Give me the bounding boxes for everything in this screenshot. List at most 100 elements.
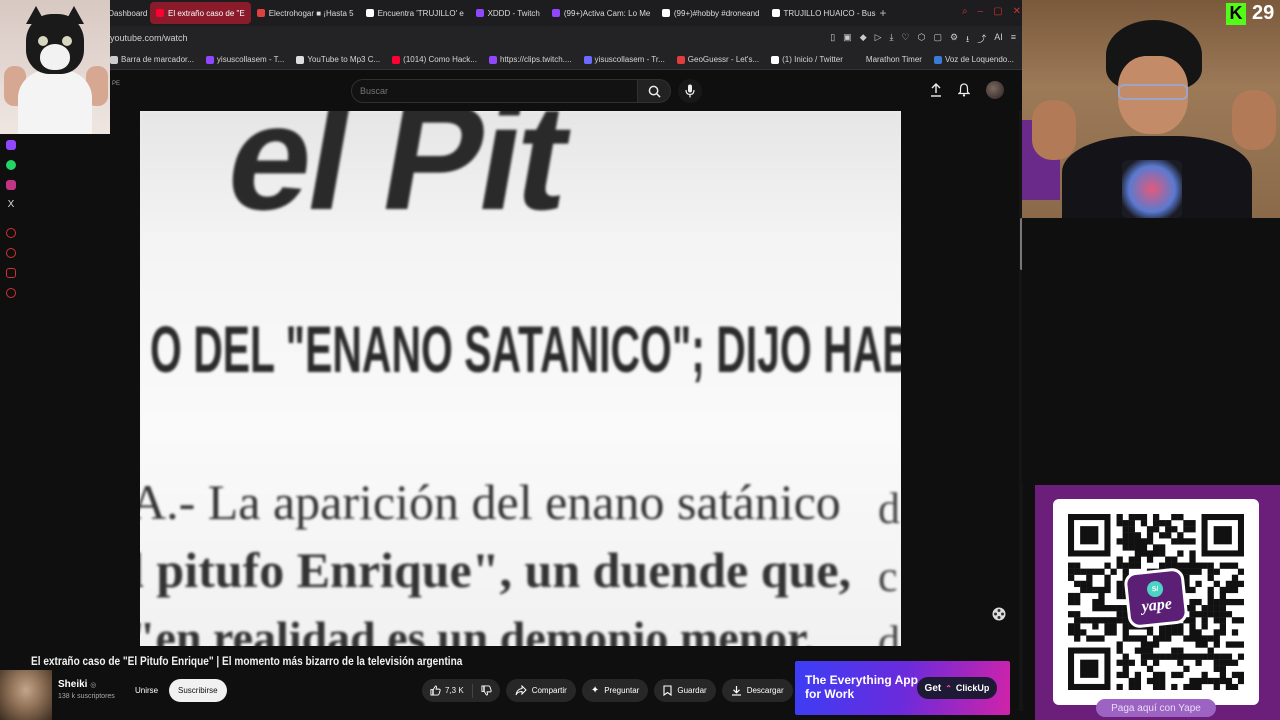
join-button[interactable]: Unirse [124,679,169,702]
wallet-icon[interactable]: ▢ [933,32,942,48]
instagram-icon[interactable] [6,180,16,190]
bookmark-favicon-icon [205,55,214,64]
browser-tab[interactable]: El extraño caso de "E [150,2,251,24]
browser-tab[interactable]: XDDD - Twitch [470,2,546,24]
qr-module [1074,568,1081,575]
bookmark-icon[interactable]: ▯ [830,32,835,48]
bookmark-item[interactable]: yisuscollasem - Tr... [583,55,665,64]
bookmark-item[interactable]: Barra de marcador... [110,55,194,64]
qr-module [1128,635,1135,642]
screenshot-icon[interactable]: ▣ [843,32,852,48]
qr-module [1134,677,1142,685]
search-tabs-icon[interactable]: ⌕ [962,6,968,17]
qr-module [1207,562,1214,569]
bookmark-item[interactable]: Voz de Loquendo... [933,55,1014,64]
puzzle-icon[interactable] [6,268,16,278]
browser-tab[interactable]: Electrohogar ■ ¡Hasta 5 [251,2,360,24]
video-frame-body-line: l pitufo Enrique", un duende que, [140,542,852,598]
browser-tab[interactable]: TRUJILLO HUAICO - Bus [766,2,876,24]
qr-module [1189,623,1196,630]
qr-module [1231,617,1239,624]
share-icon[interactable]: ⤴ [977,32,986,48]
clock-icon[interactable] [6,248,16,258]
search-button[interactable] [637,79,671,103]
download-arrow-icon [731,686,741,696]
search-input[interactable] [352,80,637,102]
channel-name[interactable]: Sheiki ◎ [58,679,96,690]
qr-module [1104,586,1111,594]
menu-icon[interactable]: ≡ [1011,32,1016,48]
bookmark-item[interactable]: (1) Inicio / Twitter [771,55,843,64]
close-window-icon[interactable]: ✕ [1013,6,1021,17]
browser-tab[interactable]: (99+)Activa Cam: Lo Me [546,2,656,24]
qr-module [1171,671,1178,679]
minimize-icon[interactable]: – [978,6,984,17]
film-reel-icon[interactable] [990,605,1008,623]
browser-tab[interactable]: Encuentra 'TRUJILLO' e [360,2,470,24]
video-frame-side-letter: c [878,552,898,601]
bookmark-item[interactable]: https://clips.twitch.... [488,55,572,64]
tab-favicon-icon [256,9,265,17]
bookmark-item[interactable]: GeoGuessr - Let's... [676,55,759,64]
new-tab-icon[interactable]: + [880,6,887,20]
bookmark-item[interactable]: (1014) Como Hack... [392,55,477,64]
channel-avatar[interactable] [0,670,52,720]
qr-module [1159,677,1166,685]
qr-module [1237,671,1244,679]
qr-module [1104,623,1111,630]
qr-module [1183,538,1190,545]
tab-favicon-icon [551,9,560,17]
ai-icon[interactable]: AI [994,32,1003,48]
video-player[interactable]: el Pit O DEL "ENANO SATANICO"; DIJO HABE… [140,111,901,646]
subscribe-button[interactable]: Suscribirse [169,679,227,702]
like-count: 7,3 K [445,686,464,695]
qr-module [1086,635,1093,642]
qr-module [1219,629,1226,636]
like-button[interactable]: 7,3 K [422,683,473,698]
qr-module [1116,671,1123,679]
download-icon[interactable]: ⤓ [890,32,894,48]
ask-button[interactable]: ✦ Preguntar [581,679,649,702]
dislike-button[interactable] [473,685,500,696]
downloads-icon[interactable]: ⭳ [966,32,969,48]
qr-module [1201,671,1208,679]
bookmark-item[interactable]: YouTube to Mp3 C... [296,55,380,64]
tab-label: TRUJILLO HUAICO - Bus [783,8,876,18]
heart-icon[interactable]: ♡ [902,32,910,48]
upload-icon[interactable] [930,83,942,97]
channel-name-text[interactable]: Sheiki [58,679,87,690]
qr-module [1207,647,1214,654]
url-text[interactable]: youtube.com/watch [110,33,188,43]
settings-icon[interactable] [6,288,16,298]
user-avatar[interactable] [986,81,1004,99]
browser-tab[interactable]: (99+)#hobby #droneand [656,2,766,24]
extensions-icon[interactable]: ⬡ [918,32,926,48]
shield-icon[interactable]: ◆ [860,32,867,48]
save-button[interactable]: Guardar [654,679,716,702]
qr-module [1189,677,1196,685]
qr-module [1104,574,1111,581]
maximize-icon[interactable]: ▢ [993,6,1002,17]
share-button[interactable]: Compartir [505,679,576,702]
twitch-icon[interactable] [6,140,16,150]
whatsapp-icon[interactable] [6,160,16,170]
clickup-ad[interactable]: The Everything App for Work Get ⌃ ClickU… [795,661,1010,715]
ad-get-button[interactable]: Get ⌃ ClickUp [917,677,997,699]
qr-module [1201,605,1208,612]
qr-module [1074,629,1081,636]
play-icon[interactable]: ▷ [875,32,882,48]
notifications-bell-icon[interactable] [958,83,970,97]
voice-search-button[interactable] [678,79,702,103]
address-bar[interactable]: youtube.com/watch ▯ ▣ ◆ ▷ ⤓ ♡ ⬡ ▢ ⚙ ⭳ ⤴ … [0,26,1022,50]
bookmark-item[interactable]: Marathon Timer [854,55,922,64]
qr-module [1110,617,1117,624]
bookmark-item[interactable]: yisuscollasem - T... [205,55,284,64]
search-box[interactable] [351,79,638,103]
x-icon[interactable]: X [6,200,16,210]
qr-module [1134,562,1142,569]
history-icon[interactable] [6,228,16,238]
qr-module [1122,659,1129,666]
gear-icon[interactable]: ⚙ [950,32,958,48]
download-button[interactable]: Descargar [721,679,793,702]
qr-module [1201,641,1208,648]
